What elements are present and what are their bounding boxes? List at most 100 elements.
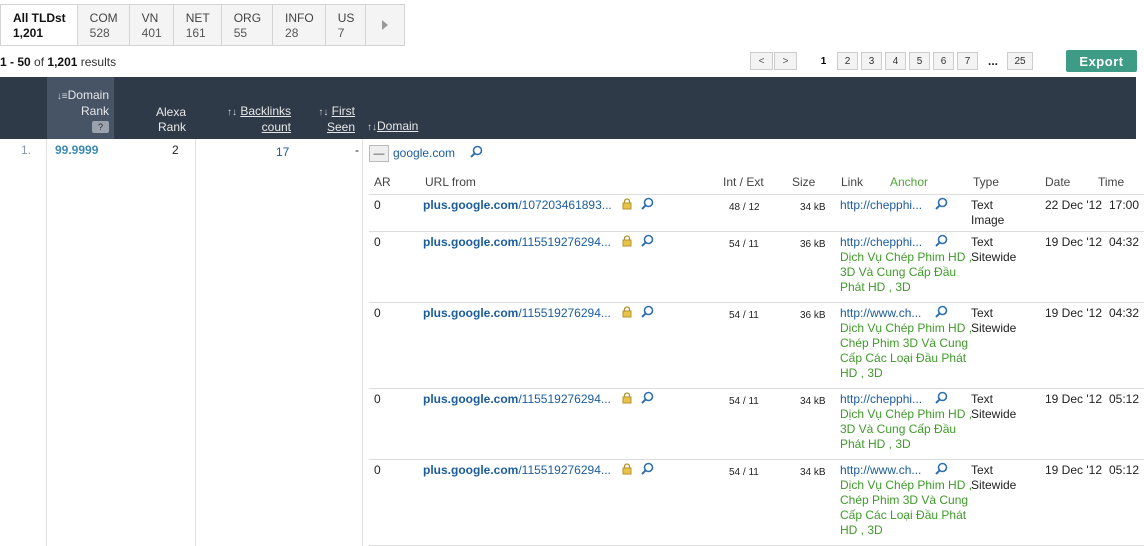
page-3-button[interactable]: 3: [861, 52, 882, 70]
tld-tab-all[interactable]: All TLDst 1,201: [1, 5, 78, 45]
col-domain-rank-label: Domain Rank: [67, 88, 109, 118]
table-row: 0 plus.google.com/115519276294... 54 / 1…: [369, 388, 1144, 459]
alexa-rank-value: 2: [172, 143, 179, 157]
int-ext-value: 54 / 11: [729, 396, 759, 407]
int-ext-value: 54 / 11: [729, 310, 759, 321]
ar-value: 0: [374, 198, 381, 212]
magnifier-icon[interactable]: [935, 234, 948, 251]
link-type: Text Sitewide: [971, 463, 1017, 492]
time-value: 04:32: [1109, 235, 1140, 249]
tld-tab-label: ORG: [233, 11, 262, 25]
page-4-button[interactable]: 4: [885, 52, 906, 70]
help-badge[interactable]: ?: [91, 121, 109, 133]
target-link[interactable]: http://www.ch...: [840, 463, 921, 478]
col-backlinks[interactable]: ↑↓ Backlinks count: [218, 104, 291, 135]
page-last-button[interactable]: 25: [1007, 52, 1033, 70]
col-domain-rank[interactable]: ↓≡Domain Rank ?: [52, 88, 109, 134]
tld-tabs: All TLDst 1,201 COM 528 VN 401 NET 161 O…: [0, 4, 406, 46]
time-value: 05:12: [1109, 463, 1140, 477]
tld-tab-label: US: [337, 11, 355, 25]
url-from-link[interactable]: plus.google.com/115519276294...: [423, 306, 611, 321]
magnifier-icon[interactable]: [470, 145, 483, 158]
anchor-text: Dịch Vụ Chép Phim HD , Chép Phim 3D Và C…: [840, 321, 973, 380]
size-value: 34 kB: [800, 396, 826, 407]
target-link[interactable]: http://www.ch...: [840, 306, 921, 321]
lock-icon: [621, 235, 633, 251]
lock-icon: [621, 463, 633, 479]
magnifier-icon[interactable]: [935, 462, 948, 479]
col-first-seen-label[interactable]: First Seen: [327, 104, 355, 134]
column-divider: [362, 139, 363, 546]
subcol-date: Date: [1045, 175, 1071, 189]
row-index: 1.: [21, 143, 32, 157]
magnifier-icon[interactable]: [935, 391, 948, 408]
tld-tab-info[interactable]: INFO 28: [273, 5, 326, 45]
tld-tab-count: 528: [89, 26, 110, 40]
page-6-button[interactable]: 6: [933, 52, 954, 70]
export-button[interactable]: Export: [1066, 50, 1137, 72]
next-page-button[interactable]: >: [774, 52, 797, 70]
tld-tab-vn[interactable]: VN 401: [130, 5, 174, 45]
size-value: 34 kB: [800, 467, 826, 478]
page-7-button[interactable]: 7: [957, 52, 978, 70]
date-value: 19 Dec '12: [1045, 463, 1102, 477]
url-host: plus.google.com: [423, 306, 519, 320]
results-of: of: [34, 55, 45, 69]
backlinks-count-link[interactable]: 17: [276, 145, 289, 159]
col-domain[interactable]: ↑↓Domain: [367, 119, 418, 135]
url-host: plus.google.com: [423, 392, 519, 406]
col-first-seen[interactable]: ↑↓ First Seen: [312, 104, 355, 135]
page-2-button[interactable]: 2: [837, 52, 858, 70]
table-header: ↓≡Domain Rank ? Alexa Rank ↑↓ Backlinks …: [0, 77, 1136, 139]
target-link[interactable]: http://chepphi...: [840, 235, 922, 250]
magnifier-icon[interactable]: [935, 197, 948, 214]
tld-tab-us[interactable]: US 7: [326, 5, 367, 45]
magnifier-icon[interactable]: [641, 234, 654, 251]
tld-tab-org[interactable]: ORG 55: [222, 5, 274, 45]
results-suffix: results: [80, 55, 117, 69]
time-value: 17:00: [1109, 198, 1140, 212]
time-value: 04:32: [1109, 306, 1140, 320]
int-ext-value: 54 / 11: [729, 239, 759, 250]
anchor-text: Dịch Vụ Chép Phim HD , 3D Và Cung Cấp Đầ…: [840, 250, 973, 294]
table-row: 0 plus.google.com/115519276294... 54 / 1…: [369, 302, 1144, 388]
url-host: plus.google.com: [423, 235, 519, 249]
tld-tab-net[interactable]: NET 161: [174, 5, 222, 45]
collapse-toggle-button[interactable]: —: [369, 145, 389, 162]
ar-value: 0: [374, 306, 381, 320]
col-domain-label[interactable]: Domain: [377, 119, 418, 133]
domain-link[interactable]: google.com: [393, 146, 455, 160]
tld-tab-com[interactable]: COM 528: [78, 5, 130, 45]
magnifier-icon[interactable]: [935, 305, 948, 322]
magnifier-icon[interactable]: [641, 305, 654, 322]
time-value: 05:12: [1109, 392, 1140, 406]
url-from-link[interactable]: plus.google.com/115519276294...: [423, 235, 611, 250]
url-path: /115519276294...: [518, 306, 611, 320]
tld-next-button[interactable]: [366, 5, 404, 45]
lock-icon: [621, 306, 633, 322]
magnifier-icon[interactable]: [641, 197, 654, 214]
results-total: 1,201: [47, 55, 78, 69]
col-backlinks-label[interactable]: Backlinks count: [240, 104, 291, 134]
magnifier-icon[interactable]: [641, 391, 654, 408]
results-range: 1 - 50: [0, 55, 31, 69]
size-value: 36 kB: [800, 239, 826, 250]
magnifier-icon[interactable]: [641, 462, 654, 479]
subcol-type: Type: [973, 175, 1000, 189]
url-from-link[interactable]: plus.google.com/115519276294...: [423, 463, 611, 478]
url-from-link[interactable]: plus.google.com/107203461893...: [423, 198, 612, 213]
target-link[interactable]: http://chepphi...: [840, 198, 922, 213]
target-link[interactable]: http://chepphi...: [840, 392, 922, 407]
anchor-text: Dịch Vụ Chép Phim HD , 3D Và Cung Cấp Đầ…: [840, 407, 973, 451]
page-5-button[interactable]: 5: [909, 52, 930, 70]
ar-value: 0: [374, 392, 381, 406]
url-path: /115519276294...: [518, 392, 611, 406]
tld-tab-label: All TLDst: [13, 11, 66, 25]
table-row: 0 plus.google.com/107203461893... 48 / 1…: [369, 194, 1144, 231]
url-from-link[interactable]: plus.google.com/115519276294...: [423, 392, 611, 407]
prev-page-button[interactable]: <: [750, 52, 773, 70]
page-1-button[interactable]: 1: [813, 52, 834, 70]
tld-tab-count: 55: [233, 26, 248, 40]
tld-tab-label: NET: [185, 11, 210, 25]
tld-tab-count: 401: [141, 26, 162, 40]
